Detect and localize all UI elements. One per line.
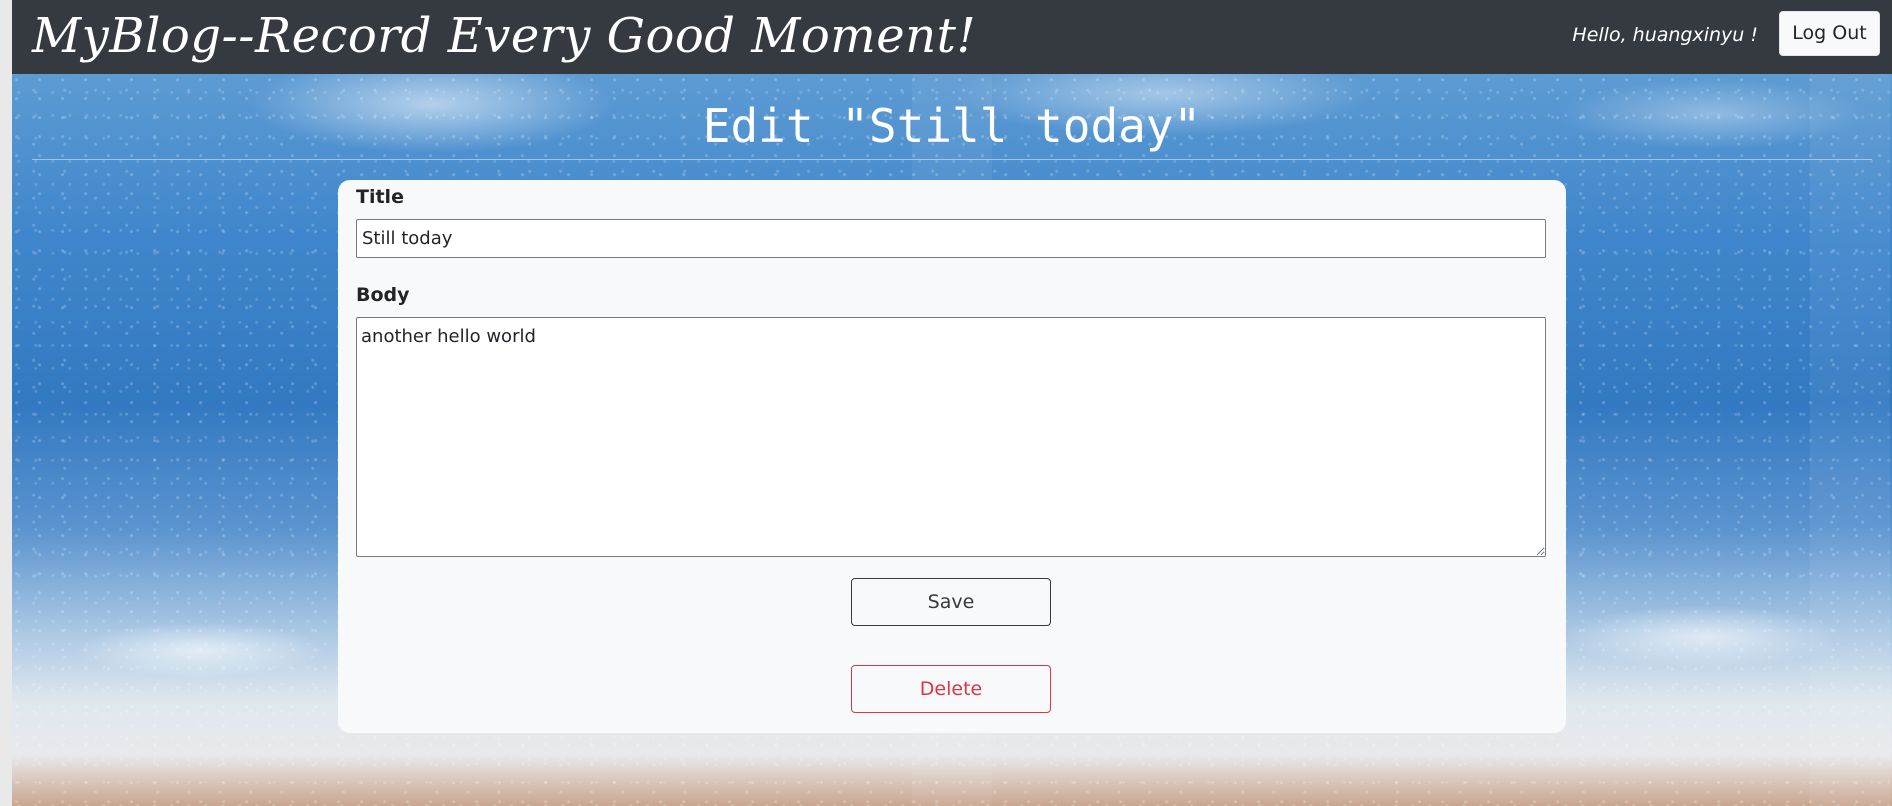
site-brand[interactable]: MyBlog--Record Every Good Moment! xyxy=(32,6,976,66)
body-textarea[interactable]: another hello world xyxy=(356,317,1546,557)
title-label: Title xyxy=(356,186,404,208)
edit-post-form: Title Body another hello world Save Dele… xyxy=(338,180,1566,733)
logout-button[interactable]: Log Out xyxy=(1779,11,1880,56)
delete-button[interactable]: Delete xyxy=(851,665,1051,713)
background-tile-seam xyxy=(1810,74,1890,806)
save-button[interactable]: Save xyxy=(851,578,1051,626)
body-label: Body xyxy=(356,284,410,306)
user-greeting: Hello, huangxinyu ! xyxy=(1572,24,1758,46)
title-input[interactable] xyxy=(356,219,1546,258)
page-title: Edit "Still today" xyxy=(702,99,1202,153)
page-left-edge xyxy=(0,0,12,806)
title-divider xyxy=(32,159,1872,160)
top-navbar: MyBlog--Record Every Good Moment! Hello,… xyxy=(12,0,1892,74)
